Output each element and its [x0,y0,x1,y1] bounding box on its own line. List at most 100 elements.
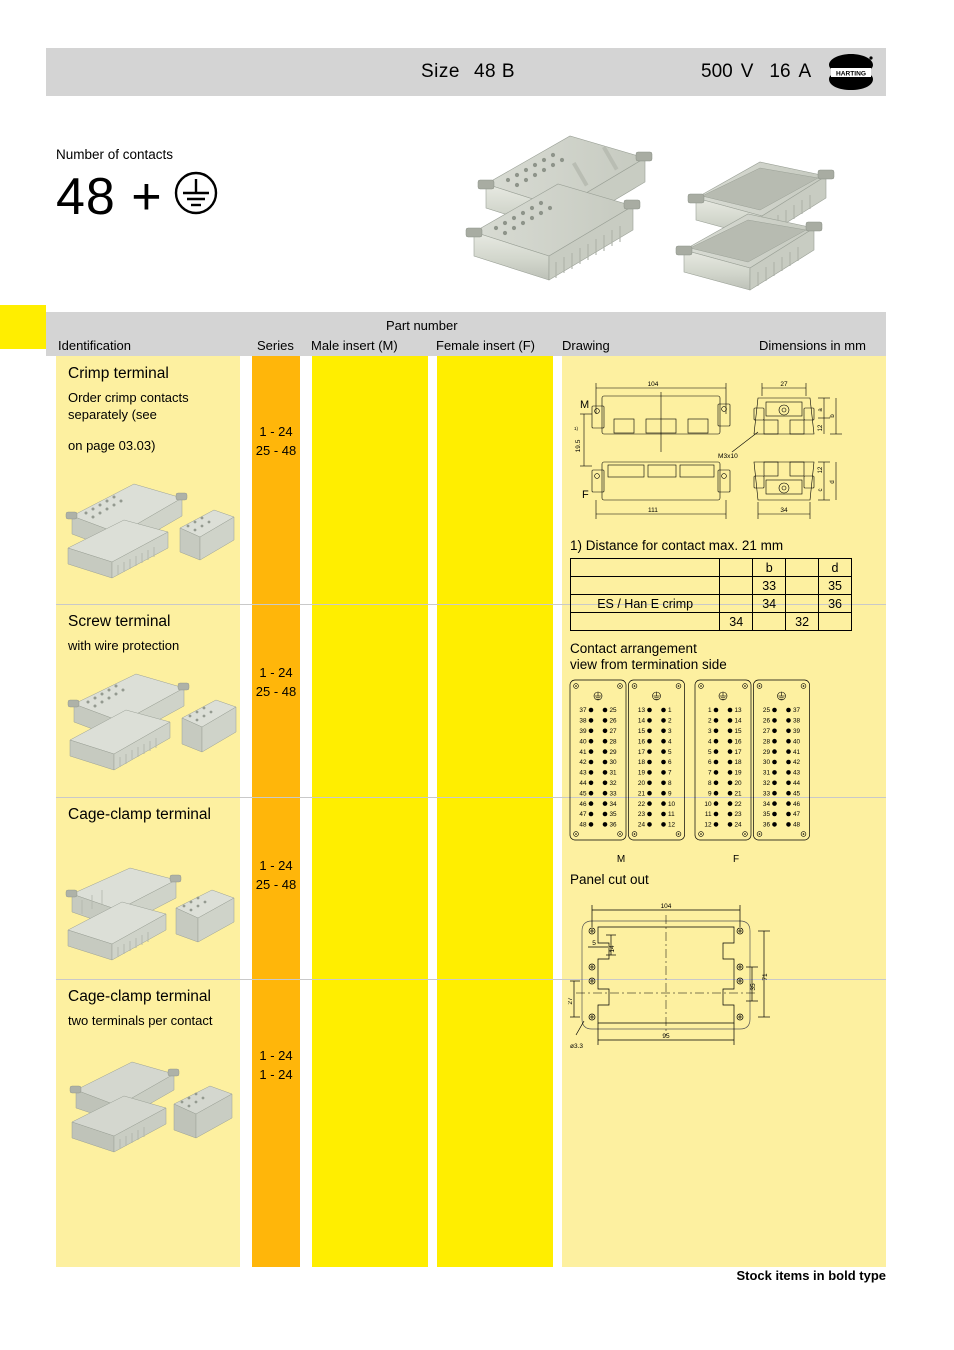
dim-r1-c4: 36 [818,594,852,613]
row-4-series-2: 1 - 24 [259,1067,293,1082]
contact-number: 47 [579,811,587,818]
contact-number: 3 [708,728,712,735]
table-header: Identification Series Part number Male i… [46,312,886,356]
dim-r2-c1: 34 [719,612,754,631]
column-female-insert-cells[interactable] [437,356,553,1267]
row-2-sub-1: with wire protection [68,638,180,653]
contact-number: 8 [708,780,712,787]
contact-number: 30 [763,759,771,766]
row-3-product-photo [62,856,238,977]
contact-number: 22 [638,801,646,808]
contact-number: 35 [763,811,771,818]
dim-r2-c2 [752,612,787,631]
column-header-identification: Identification [58,338,131,353]
thread-m3x10: M3x10 [718,453,738,460]
row-2-series-1: 1 - 24 [259,665,293,680]
panel-cutout-drawing: 104 95 71 35 27 14 5 ø3.3 [567,893,884,1070]
contact-number: 8 [668,780,672,787]
pco-dim-5: 5 [592,940,596,947]
contact-number: 4 [668,738,672,745]
row-1-series-2: 25 - 48 [255,443,297,458]
dim-34: 34 [780,507,788,514]
pco-dim-95: 95 [662,1033,670,1040]
contact-number: 33 [763,790,771,797]
letter-a: a [818,408,824,412]
header-voltage-value: 500 [701,61,733,82]
contact-number: 29 [763,749,771,756]
contact-number: 41 [793,749,801,756]
table-row: 34 32 [569,612,852,631]
column-header-series: Series [257,338,294,353]
contact-number: 15 [735,728,743,735]
row-4-sub-1: two terminals per contact [68,1013,213,1028]
contact-number: 18 [638,759,646,766]
row-4-title: Cage-clamp terminal [68,988,211,1005]
row-3-title: Cage-clamp terminal [68,806,211,823]
header-rating: 500 V 16 A [701,61,811,83]
contact-number: 23 [735,811,743,818]
row-1-sub-3: on page 03.03) [68,438,156,453]
contact-number: 38 [793,718,801,725]
header-size-label: Size [421,61,460,82]
contact-number: 1 [708,707,712,714]
contact-number: 12 [668,822,676,829]
pco-dim-hole: ø3.3 [570,1043,583,1050]
contact-number: 41 [579,749,587,756]
contact-number: 10 [704,801,712,808]
page-header: Size 48 B 500 V 16 A HARTING [46,48,886,96]
dim-r0-c1 [719,576,754,595]
contact-number: 38 [579,718,587,725]
row-3-series-2: 25 - 48 [255,877,297,892]
column-header-male-insert: Male insert (M) [311,338,398,353]
contact-panel-3: 1 13 2 14 3 15 4 16 5 17 6 18 7 19 8 20 9 21 10 22 11 23 12 24 [694,679,752,841]
dimension-table: b d 33 35 ES / Han E crimp 34 36 34 32 [569,558,852,631]
contact-number: 25 [610,707,618,714]
contact-number: 36 [610,822,618,829]
dim-r1-c3 [785,594,820,613]
contact-number: 42 [793,759,801,766]
column-male-insert-cells[interactable] [312,356,428,1267]
technical-drawing: 104 111 27 34 19.5 1) M3x10 a b 12 12 d … [566,366,882,539]
header-voltage-unit: V [740,61,754,82]
number-of-contacts-value: 48 + [56,165,219,229]
column-header-part-number: Part number [386,318,458,333]
contact-number: 11 [668,811,675,818]
dim-104: 104 [648,381,659,388]
contact-number: 3 [668,728,672,735]
row-3-series-1: 1 - 24 [259,858,293,873]
column-series-bg [252,356,300,1267]
contact-number: 45 [793,790,801,797]
contact-number: 16 [638,738,646,745]
contact-number: 35 [610,811,618,818]
photo-insert-c [175,889,235,943]
letter-b: b [830,414,836,418]
contact-number: 30 [610,759,618,766]
contact-number: 40 [579,738,587,745]
row-4-product-photo [62,1046,238,1171]
contact-number: 36 [763,822,771,829]
contact-number: 21 [638,790,646,797]
contact-number: 5 [708,749,712,756]
contact-number: 34 [610,801,618,808]
contact-number: 1 [668,707,672,714]
header-size: Size 48 B [421,61,515,83]
contact-arrangement-title-line-1: Contact arrangement [570,641,697,656]
svg-text:HARTING: HARTING [836,71,866,78]
contact-number: 24 [735,822,743,829]
panel-cutout-title: Panel cut out [570,872,649,887]
column-header-drawing: Drawing [562,338,610,353]
contact-number: 32 [763,780,771,787]
insert-photo-female-lower [675,213,823,291]
earth-ground-icon [173,169,219,229]
contact-number: 28 [763,738,771,745]
photo-insert-c [179,509,235,561]
dim-h-3 [785,558,820,577]
row-1-series-1: 1 - 24 [259,424,293,439]
dim-19-5: 19.5 [575,439,582,452]
contact-number: 13 [638,707,646,714]
contact-number: 14 [735,718,743,725]
contact-number: 14 [638,718,646,725]
dim-h-2: b [752,558,787,577]
contact-arrangement-label-m: M [616,854,626,865]
contact-number: 6 [668,759,672,766]
